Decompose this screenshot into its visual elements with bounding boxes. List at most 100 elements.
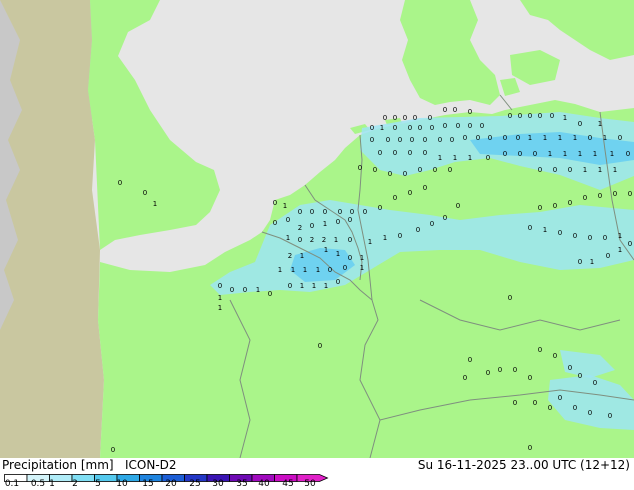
- precip-value-marker: 0: [626, 150, 630, 158]
- precip-value-marker: 0: [393, 194, 397, 202]
- precip-value-marker: 2: [288, 252, 292, 260]
- colorbar-tick-label: 20: [165, 479, 177, 489]
- precip-value-marker: 0: [318, 342, 322, 350]
- precip-value-marker: 1: [383, 234, 387, 242]
- precip-value-marker: 0: [111, 446, 115, 454]
- colorbar-tick-label: 35: [236, 479, 248, 489]
- precip-value-marker: 0: [418, 124, 422, 132]
- precip-value-marker: 0: [408, 124, 412, 132]
- precip-value-marker: 0: [508, 112, 512, 120]
- chart-title: Precipitation [mm] ICON-D2: [2, 458, 177, 472]
- precip-value-marker: 0: [528, 444, 532, 452]
- precip-value-marker: 0: [143, 189, 147, 197]
- precip-value-marker: 0: [430, 220, 434, 228]
- precip-value-marker: 1: [543, 134, 547, 142]
- precip-value-marker: 0: [503, 134, 507, 142]
- precip-value-marker: 0: [423, 136, 427, 144]
- colorbar-tick-label: 0.1: [4, 479, 20, 489]
- precip-value-marker: 0: [488, 134, 492, 142]
- precip-value-marker: 1: [468, 154, 472, 162]
- valid-time-label: Su 16-11-2025 23..00 UTC (12+12): [417, 458, 630, 472]
- precip-value-marker: 1: [323, 220, 327, 228]
- precip-value-marker: 0: [528, 224, 532, 232]
- precip-value-marker: 0: [538, 166, 542, 174]
- colorbar-tick-label: 0.5: [30, 479, 46, 489]
- precip-value-marker: 0: [328, 266, 332, 274]
- precip-value-marker: 0: [393, 114, 397, 122]
- precip-value-marker: 0: [463, 134, 467, 142]
- precip-value-marker: 0: [423, 184, 427, 192]
- precip-value-marker: 1: [613, 166, 617, 174]
- precip-value-marker: 0: [553, 352, 557, 360]
- precip-value-marker: 0: [323, 208, 327, 216]
- precip-value-marker: 1: [153, 200, 157, 208]
- precip-value-marker: 0: [370, 124, 374, 132]
- precip-value-marker: 0: [350, 208, 354, 216]
- precip-value-marker: 0: [513, 399, 517, 407]
- colorbar-tick-label: 1: [49, 479, 55, 489]
- precip-value-marker: 0: [456, 202, 460, 210]
- precip-value-marker: 1: [563, 150, 567, 158]
- colorbar-tick-label: 15: [142, 479, 154, 489]
- precip-value-marker: 1: [593, 150, 597, 158]
- precip-value-marker: 0: [498, 366, 502, 374]
- precip-value-marker: 0: [286, 216, 290, 224]
- precip-value-marker: 0: [336, 278, 340, 286]
- precip-value-marker: 0: [608, 412, 612, 420]
- precip-value-marker: 1: [438, 154, 442, 162]
- precip-value-marker: 0: [348, 236, 352, 244]
- outside-domain-land: [0, 0, 104, 458]
- precip-value-marker: 0: [558, 394, 562, 402]
- precip-value-marker: 1: [558, 134, 562, 142]
- colorbar-tick-label: 50: [304, 479, 316, 489]
- precip-value-marker: 0: [568, 166, 572, 174]
- precip-value-marker: 0: [568, 364, 572, 372]
- precip-value-marker: 0: [386, 136, 390, 144]
- precip-value-marker: 1: [573, 134, 577, 142]
- precip-value-marker: 1: [278, 266, 282, 274]
- precip-value-marker: 0: [273, 199, 277, 207]
- precip-value-marker: 0: [533, 150, 537, 158]
- precip-value-marker: 1: [324, 246, 328, 254]
- precip-value-marker: 0: [383, 114, 387, 122]
- precip-value-marker: 1: [303, 266, 307, 274]
- precip-value-marker: 0: [393, 124, 397, 132]
- precip-value-marker: 0: [438, 136, 442, 144]
- precip-value-marker: 0: [218, 282, 222, 290]
- precip-value-marker: 2: [322, 236, 326, 244]
- precip-value-marker: 0: [298, 208, 302, 216]
- precip-value-marker: 1: [618, 232, 622, 240]
- precip-value-marker: 1: [598, 166, 602, 174]
- precip-value-marker: 0: [403, 114, 407, 122]
- precip-value-marker: 0: [573, 232, 577, 240]
- precip-value-marker: 0: [430, 124, 434, 132]
- precipitation-map: 0000000001000000000000010100000000000011…: [0, 0, 634, 459]
- precip-value-marker: 0: [418, 166, 422, 174]
- precip-value-marker: 1: [286, 234, 290, 242]
- precip-value-marker: 0: [348, 216, 352, 224]
- precip-value-marker: 0: [410, 136, 414, 144]
- precip-value-marker: 1: [543, 226, 547, 234]
- precip-value-marker: 0: [508, 294, 512, 302]
- colorbar-tick-label: 2: [72, 479, 78, 489]
- precip-value-marker: 0: [363, 208, 367, 216]
- precip-value-marker: 0: [613, 190, 617, 198]
- precip-value-marker: 0: [118, 179, 122, 187]
- precip-value-marker: 1: [610, 150, 614, 158]
- precip-value-marker: 1: [312, 282, 316, 290]
- precip-value-marker: 1: [548, 150, 552, 158]
- precip-value-marker: 1: [453, 154, 457, 162]
- precip-value-marker: 0: [456, 122, 460, 130]
- precip-value-marker: 0: [486, 369, 490, 377]
- precip-value-marker: 0: [513, 366, 517, 374]
- precip-value-marker: 0: [538, 112, 542, 120]
- precip-value-marker: 1: [563, 114, 567, 122]
- precip-value-marker: 0: [433, 166, 437, 174]
- precip-value-marker: 0: [336, 218, 340, 226]
- precip-value-marker: 1: [300, 282, 304, 290]
- precip-value-marker: 0: [416, 226, 420, 234]
- precip-value-marker: 0: [598, 192, 602, 200]
- precip-value-marker: 0: [413, 114, 417, 122]
- colorbar-tick-label: 30: [212, 479, 224, 489]
- precip-value-marker: 0: [550, 112, 554, 120]
